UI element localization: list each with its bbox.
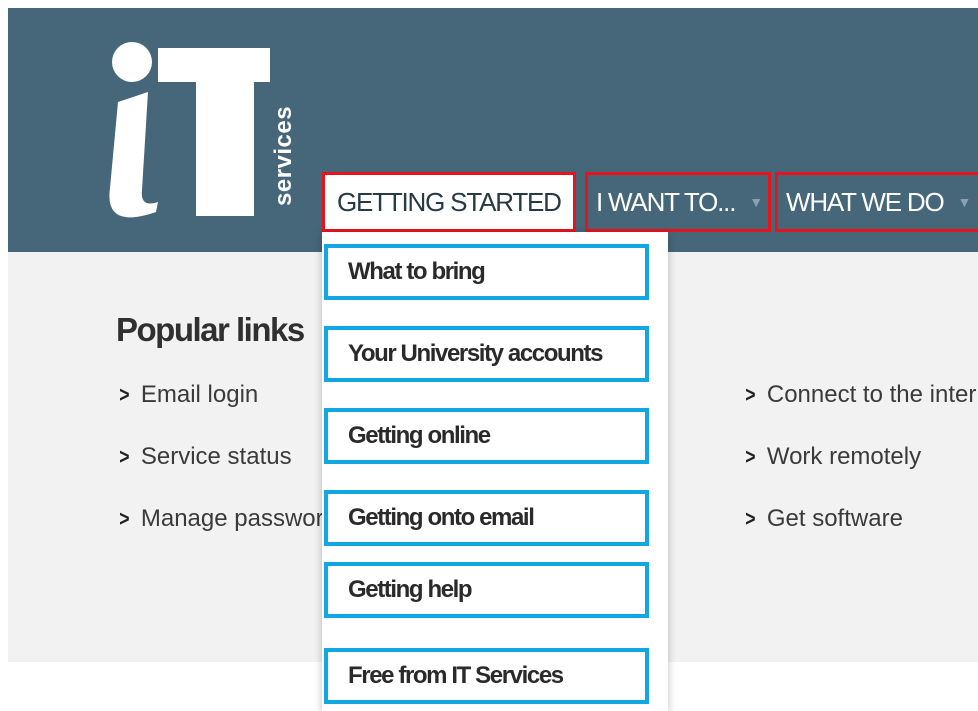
chevron-down-icon: ▼	[575, 194, 576, 210]
chevron-right-icon: >	[119, 444, 130, 469]
dropdown-item-label: Getting onto email	[348, 504, 535, 531]
link-service-status[interactable]: > Service status	[118, 443, 292, 471]
link-label: Work remotely	[766, 443, 922, 470]
nav-what-we-do[interactable]: WHAT WE DO ▼	[775, 172, 978, 232]
chevron-right-icon: >	[745, 444, 756, 469]
dropdown-item-label: Your University accounts	[348, 340, 603, 367]
getting-started-dropdown: What to bring Your University accounts G…	[322, 232, 668, 711]
dropdown-item-getting-help[interactable]: Getting help	[324, 562, 649, 618]
link-email-login[interactable]: > Email login	[118, 381, 258, 409]
link-label: Connect to the internet	[766, 381, 978, 408]
link-get-software[interactable]: > Get software	[744, 505, 903, 533]
logo-services-text: services	[270, 105, 297, 206]
nav-i-want-to-label: I WANT TO...	[596, 186, 736, 217]
chevron-right-icon: >	[745, 382, 756, 407]
link-label: Get software	[766, 505, 903, 532]
dropdown-item-free-from-it[interactable]: Free from IT Services	[324, 648, 649, 704]
dropdown-item-label: What to bring	[348, 258, 486, 285]
link-label: Email login	[140, 381, 259, 408]
dropdown-item-label: Getting help	[348, 576, 473, 603]
nav-getting-started[interactable]: GETTING STARTED ▼	[322, 172, 576, 232]
dropdown-item-getting-online[interactable]: Getting online	[324, 408, 649, 464]
dropdown-item-university-accounts[interactable]: Your University accounts	[324, 326, 649, 382]
chevron-right-icon: >	[745, 506, 756, 531]
dropdown-item-label: Getting online	[348, 422, 491, 449]
chevron-down-icon: ▼	[957, 194, 972, 210]
link-label: Manage passwords	[140, 505, 349, 532]
chevron-right-icon: >	[119, 382, 130, 407]
dropdown-item-label: Free from IT Services	[348, 662, 564, 689]
link-connect-internet[interactable]: > Connect to the internet	[744, 381, 978, 409]
nav-what-we-do-label: WHAT WE DO	[786, 186, 945, 217]
nav-getting-started-label: GETTING STARTED	[337, 186, 562, 217]
popular-links-heading: Popular links	[116, 311, 305, 348]
nav-i-want-to[interactable]: I WANT TO... ▼	[585, 172, 771, 232]
chevron-down-icon: ▼	[749, 194, 764, 210]
link-manage-passwords[interactable]: > Manage passwords	[118, 505, 349, 533]
chevron-right-icon: >	[119, 506, 130, 531]
link-work-remotely[interactable]: > Work remotely	[744, 443, 921, 471]
dropdown-item-what-to-bring[interactable]: What to bring	[324, 244, 649, 300]
dropdown-item-getting-onto-email[interactable]: Getting onto email	[324, 490, 649, 546]
link-label: Service status	[140, 443, 292, 470]
